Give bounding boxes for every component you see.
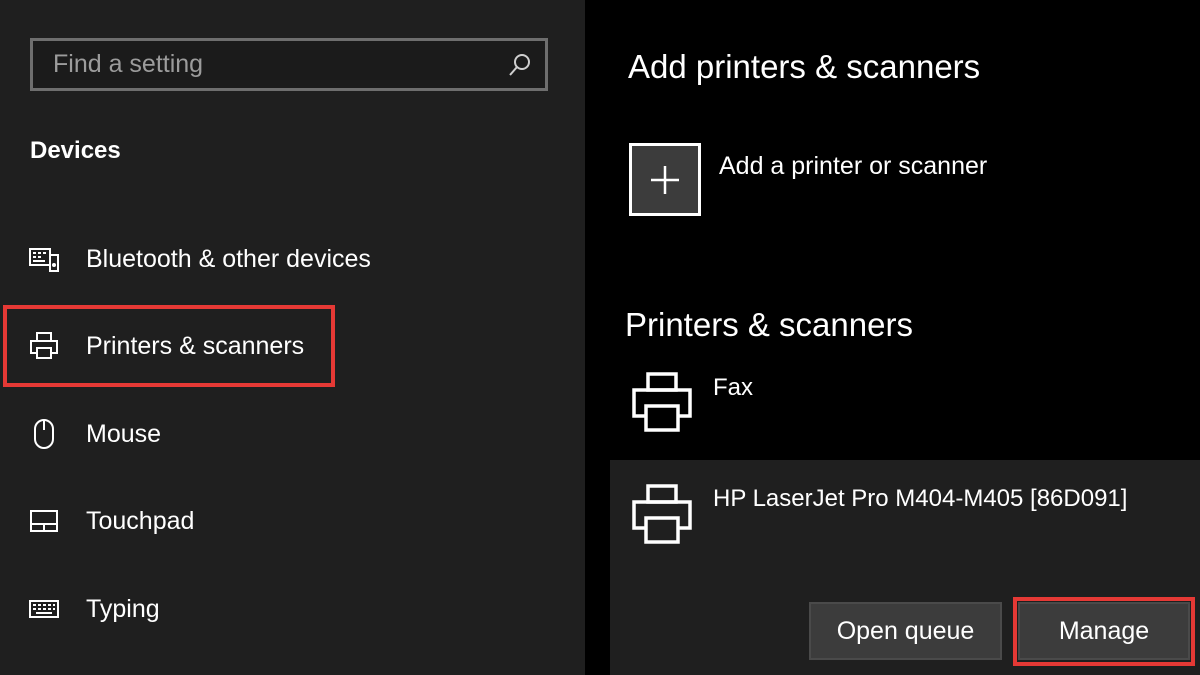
- sidebar-item-bluetooth[interactable]: Bluetooth & other devices: [0, 225, 585, 295]
- printer-icon: [632, 484, 692, 544]
- printer-item-fax[interactable]: Fax: [610, 368, 1200, 448]
- printer-item-hp-laserjet[interactable]: HP LaserJet Pro M404-M405 [86D091]: [610, 480, 1200, 560]
- printers-scanners-heading: Printers & scanners: [625, 306, 913, 343]
- sidebar-item-label: Mouse: [86, 420, 162, 448]
- printer-name: HP LaserJet Pro M404-M405 [86D091]: [713, 485, 1128, 512]
- plus-icon: [651, 166, 679, 194]
- add-printer-button[interactable]: [629, 143, 701, 216]
- sidebar-item-label: Typing: [86, 595, 160, 623]
- search-icon[interactable]: [507, 52, 533, 78]
- bluetooth-devices-icon: [29, 248, 59, 272]
- printer-icon: [30, 332, 58, 359]
- sidebar: Devices Bluetooth & other devices Printe…: [0, 0, 585, 675]
- sidebar-item-label: Printers & scanners: [86, 332, 305, 360]
- section-heading-devices: Devices: [30, 137, 121, 164]
- add-printer-label[interactable]: Add a printer or scanner: [719, 152, 987, 181]
- search-input[interactable]: [33, 41, 493, 88]
- open-queue-button[interactable]: Open queue: [809, 602, 1002, 660]
- add-printers-heading: Add printers & scanners: [628, 48, 981, 85]
- search-box[interactable]: [30, 38, 548, 91]
- sidebar-item-touchpad[interactable]: Touchpad: [0, 487, 585, 557]
- printer-icon: [632, 372, 692, 432]
- printer-name: Fax: [713, 374, 754, 401]
- sidebar-item-mouse[interactable]: Mouse: [0, 400, 585, 470]
- keyboard-icon: [29, 600, 59, 618]
- main-panel: Add printers & scanners Add a printer or…: [585, 0, 1200, 675]
- sidebar-item-label: Bluetooth & other devices: [86, 245, 371, 273]
- touchpad-icon: [30, 510, 58, 532]
- sidebar-item-typing[interactable]: Typing: [0, 575, 585, 645]
- sidebar-item-printers-scanners[interactable]: Printers & scanners: [0, 312, 585, 382]
- mouse-icon: [34, 419, 54, 449]
- manage-button[interactable]: Manage: [1018, 602, 1190, 660]
- sidebar-item-label: Touchpad: [86, 507, 195, 535]
